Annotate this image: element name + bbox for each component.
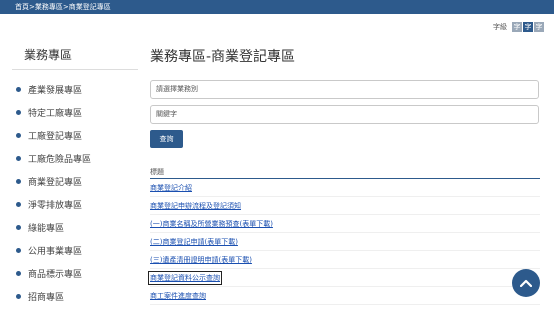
keyword-input[interactable]: 關鍵字 bbox=[150, 105, 539, 124]
breadcrumb-current: 商業登記專區 bbox=[68, 3, 111, 11]
font-size-medium-button[interactable]: 字 bbox=[523, 22, 533, 32]
dot-icon bbox=[16, 294, 21, 299]
category-select[interactable]: 請選擇業務別 bbox=[150, 80, 539, 99]
sidebar-item-label: 產業發展專區 bbox=[28, 86, 83, 96]
result-link[interactable]: 商工案件進度查詢 bbox=[150, 291, 206, 301]
result-link[interactable]: (一)商業名稱及所營業務預查(表單下載) bbox=[150, 219, 273, 229]
result-link[interactable]: 商業登記申辦流程及登記須知 bbox=[150, 201, 241, 211]
sidebar-item-label: 商品標示專區 bbox=[28, 270, 83, 280]
breadcrumb-home-link[interactable]: 首頁 bbox=[15, 0, 29, 14]
table-row: (一)商業名稱及所營業務預查(表單下載) bbox=[150, 215, 540, 233]
sidebar-item-factory-hazardous[interactable]: 工廠危險品專區 bbox=[12, 147, 138, 170]
table-row: 商工案件進度查詢 bbox=[150, 287, 540, 305]
sidebar-item-label: 綠能專區 bbox=[28, 224, 65, 234]
search-button[interactable]: 查詢 bbox=[150, 130, 183, 148]
sidebar-item-label: 商業登記專區 bbox=[28, 178, 83, 188]
breadcrumb: 首頁 > 業務專區 > 商業登記專區 bbox=[0, 0, 554, 14]
chevron-up-icon bbox=[520, 279, 532, 287]
results-header: 標題 bbox=[150, 167, 540, 179]
dot-icon bbox=[16, 202, 21, 207]
sidebar-item-business-registration[interactable]: 商業登記專區 bbox=[12, 170, 138, 193]
result-link[interactable]: (二)商業登記申請(表單下載) bbox=[150, 237, 238, 247]
font-size-control: 字級 字 字 字 bbox=[493, 22, 544, 32]
table-row: 商業登記資料公示查詢 bbox=[148, 269, 540, 287]
result-link[interactable]: 商業登記資料公示查詢 bbox=[148, 270, 222, 285]
table-row: 商業登記申辦流程及登記須知 bbox=[150, 197, 540, 215]
result-link[interactable]: (三)遺產清冊證明申請(表單下載) bbox=[150, 255, 252, 265]
results-table: 標題 商業登記介紹 商業登記申辦流程及登記須知 (一)商業名稱及所營業務預查(表… bbox=[148, 167, 540, 305]
sidebar-item-product-labeling[interactable]: 商品標示專區 bbox=[12, 262, 138, 285]
sidebar-item-net-zero[interactable]: 淨零排放專區 bbox=[12, 193, 138, 216]
font-size-label: 字級 bbox=[493, 23, 507, 31]
table-row: (二)商業登記申請(表單下載) bbox=[150, 233, 540, 251]
sidebar-list: 產業發展專區 特定工廠專區 工廠登記專區 工廠危險品專區 商業登記專區 淨零排放… bbox=[12, 78, 138, 308]
sidebar-item-label: 工廠危險品專區 bbox=[28, 155, 92, 165]
font-size-large-button[interactable]: 字 bbox=[534, 22, 544, 32]
sidebar-item-public-utilities[interactable]: 公用事業專區 bbox=[12, 239, 138, 262]
sidebar-item-factory-registration[interactable]: 工廠登記專區 bbox=[12, 124, 138, 147]
sidebar-item-investment[interactable]: 招商專區 bbox=[12, 285, 138, 308]
font-size-small-button[interactable]: 字 bbox=[512, 22, 522, 32]
sidebar-item-specific-factory[interactable]: 特定工廠專區 bbox=[12, 101, 138, 124]
sidebar-item-label: 工廠登記專區 bbox=[28, 132, 83, 142]
table-row: 商業登記介紹 bbox=[150, 179, 540, 197]
sidebar-item-label: 淨零排放專區 bbox=[28, 201, 83, 211]
result-link[interactable]: 商業登記介紹 bbox=[150, 183, 192, 193]
sidebar-item-label: 公用事業專區 bbox=[28, 247, 83, 257]
main-content: 業務專區-商業登記專區 請選擇業務別 關鍵字 查詢 標題 商業登記介紹 商業登記… bbox=[148, 40, 540, 305]
dot-icon bbox=[16, 87, 21, 92]
page-title: 業務專區-商業登記專區 bbox=[150, 49, 296, 65]
sidebar-item-label: 特定工廠專區 bbox=[28, 109, 83, 119]
sidebar-item-green-energy[interactable]: 綠能專區 bbox=[12, 216, 138, 239]
dot-icon bbox=[16, 248, 21, 253]
dot-icon bbox=[16, 110, 21, 115]
breadcrumb-section-link[interactable]: 業務專區 bbox=[35, 0, 63, 14]
sidebar-item-industry-development[interactable]: 產業發展專區 bbox=[12, 78, 138, 101]
dot-icon bbox=[16, 179, 21, 184]
table-row: (三)遺產清冊證明申請(表單下載) bbox=[150, 251, 540, 269]
dot-icon bbox=[16, 225, 21, 230]
sidebar-item-label: 招商專區 bbox=[28, 293, 65, 303]
sidebar: 業務專區 產業發展專區 特定工廠專區 工廠登記專區 工廠危險品專區 商業登記專區… bbox=[12, 40, 138, 308]
dot-icon bbox=[16, 271, 21, 276]
sidebar-title: 業務專區 bbox=[12, 40, 138, 70]
dot-icon bbox=[16, 156, 21, 161]
back-to-top-button[interactable] bbox=[512, 269, 540, 297]
dot-icon bbox=[16, 133, 21, 138]
